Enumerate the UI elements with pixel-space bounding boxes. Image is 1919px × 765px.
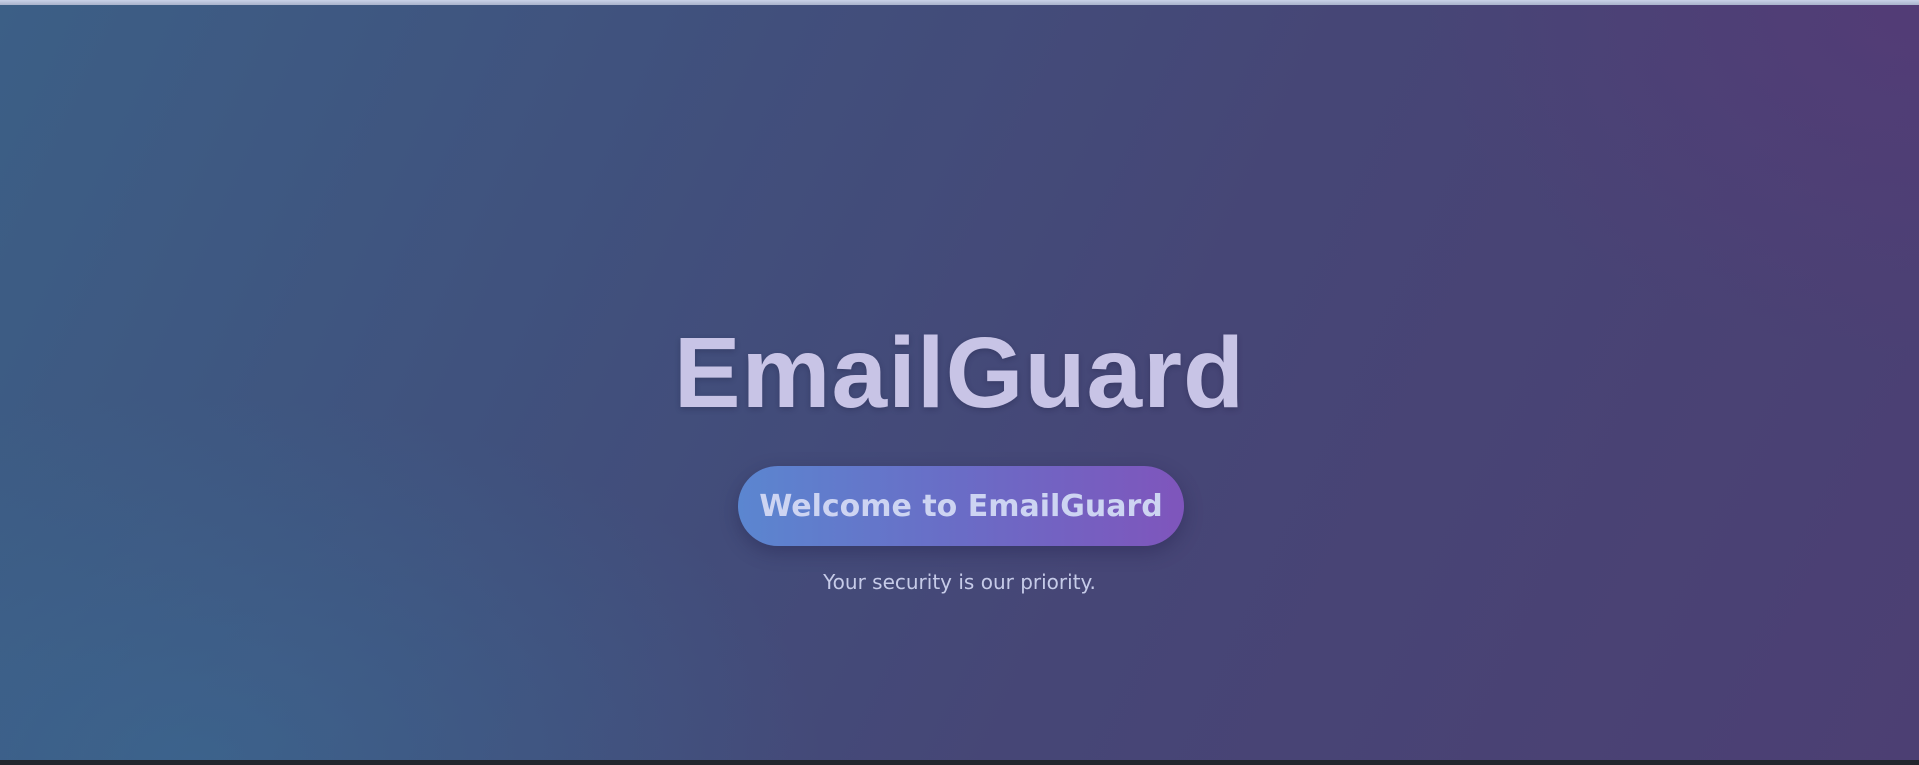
welcome-button[interactable]: Welcome to EmailGuard xyxy=(738,466,1184,546)
tagline-text: Your security is our priority. xyxy=(823,570,1096,594)
window-bottom-edge xyxy=(0,760,1919,765)
page-title: EmailGuard xyxy=(673,317,1246,429)
